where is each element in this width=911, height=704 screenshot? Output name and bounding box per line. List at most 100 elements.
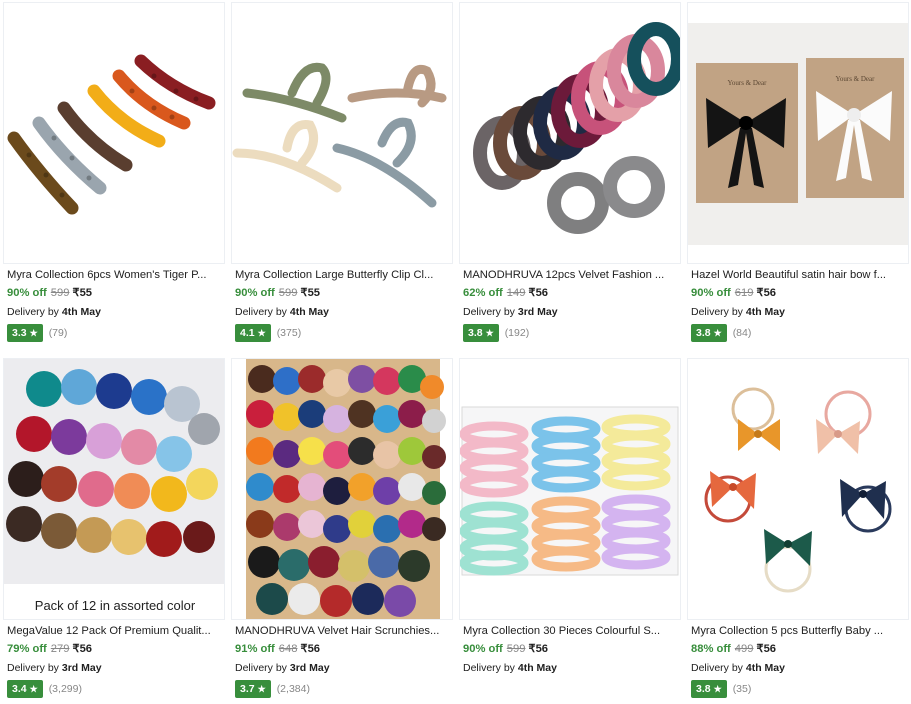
- product-image[interactable]: [687, 358, 909, 620]
- mrp-price: 619: [734, 287, 754, 299]
- discount-label: 79% off: [7, 643, 47, 655]
- product-card[interactable]: MANODHRUVA 12pcs Velvet Fashion ... 62% …: [459, 2, 681, 348]
- product-card[interactable]: Myra Collection 30 Pieces Colourful S...…: [459, 358, 681, 704]
- delivery-date: 4th May: [745, 306, 785, 318]
- product-image[interactable]: [231, 2, 453, 264]
- star-icon: ★: [713, 327, 722, 338]
- product-card[interactable]: MANODHRUVA Velvet Hair Scrunchies... 91%…: [231, 358, 453, 704]
- star-icon: ★: [257, 683, 266, 694]
- delivery-info: Delivery by 4th May: [691, 662, 785, 674]
- star-icon: ★: [29, 327, 38, 338]
- price-row: 90% off 599 ₹56: [463, 642, 677, 657]
- discount-label: 90% off: [7, 287, 47, 299]
- discount-label: 90% off: [691, 287, 731, 299]
- mrp-price: 499: [734, 643, 754, 655]
- discount-label: 88% off: [691, 643, 731, 655]
- mrp-price: 648: [278, 643, 298, 655]
- rating-badge: 3.3 ★: [7, 324, 43, 342]
- card-brand-text: Yours & Dear: [728, 79, 768, 87]
- delivery-date: 4th May: [745, 662, 785, 674]
- mrp-price: 599: [506, 643, 526, 655]
- product-title[interactable]: Myra Collection 6pcs Women's Tiger P...: [7, 268, 221, 283]
- discount-label: 90% off: [463, 643, 503, 655]
- price-row: 88% off 499 ₹56: [691, 642, 905, 657]
- price-row: 91% off 648 ₹56: [235, 642, 449, 657]
- rating-count: (84): [732, 327, 752, 339]
- product-card[interactable]: Myra Collection 5 pcs Butterfly Baby ...…: [687, 358, 909, 704]
- product-card[interactable]: Myra Collection 6pcs Women's Tiger P... …: [3, 2, 225, 348]
- price-row: 90% off 599 ₹55: [7, 286, 221, 301]
- rating-badge: 3.8 ★: [691, 680, 727, 698]
- selling-price: ₹56: [300, 643, 321, 655]
- rating-row: 3.4 ★ (3,299): [7, 680, 221, 698]
- selling-price: ₹56: [72, 643, 93, 655]
- rating-row: 3.8 ★ (35): [691, 680, 905, 698]
- star-icon: ★: [257, 327, 266, 338]
- price-row: 62% off 149 ₹56: [463, 286, 677, 301]
- price-row: 90% off 619 ₹56: [691, 286, 905, 301]
- delivery-info: Delivery by 3rd May: [7, 662, 102, 674]
- product-card[interactable]: Pack of 12 in assorted color MegaValue 1…: [3, 358, 225, 704]
- selling-price: ₹56: [528, 287, 549, 299]
- product-image[interactable]: [231, 358, 453, 620]
- selling-price: ₹55: [72, 287, 93, 299]
- price-row: 79% off 279 ₹56: [7, 642, 221, 657]
- price-row: 90% off 599 ₹55: [235, 286, 449, 301]
- delivery-date: 3rd May: [517, 306, 558, 318]
- discount-label: 91% off: [235, 643, 275, 655]
- delivery-date: 4th May: [517, 662, 557, 674]
- product-image[interactable]: Pack of 12 in assorted color: [3, 358, 225, 620]
- rating-row: 3.3 ★ (79): [7, 324, 221, 342]
- product-title[interactable]: MANODHRUVA Velvet Hair Scrunchies...: [235, 624, 449, 639]
- rating-count: (192): [504, 327, 530, 339]
- star-icon: ★: [29, 683, 38, 694]
- discount-label: 90% off: [235, 287, 275, 299]
- product-image[interactable]: Yours & Dear Yours & Dear: [687, 2, 909, 264]
- product-title[interactable]: Myra Collection 30 Pieces Colourful S...: [463, 624, 677, 639]
- rating-count: (35): [732, 683, 752, 695]
- delivery-info: Delivery by 4th May: [463, 662, 557, 674]
- rating-row: 3.7 ★ (2,384): [235, 680, 449, 698]
- selling-price: ₹56: [756, 643, 777, 655]
- delivery-date: 3rd May: [61, 662, 102, 674]
- rating-badge: 3.4 ★: [7, 680, 43, 698]
- rating-count: (79): [48, 327, 68, 339]
- star-icon: ★: [485, 327, 494, 338]
- product-title[interactable]: MegaValue 12 Pack Of Premium Qualit...: [7, 624, 221, 639]
- rating-badge: 3.7 ★: [235, 680, 271, 698]
- image-caption: Pack of 12 in assorted color: [35, 598, 196, 613]
- product-title[interactable]: Hazel World Beautiful satin hair bow f..…: [691, 268, 905, 283]
- rating-count: (3,299): [48, 683, 82, 695]
- mrp-price: 599: [50, 287, 70, 299]
- delivery-info: Delivery by 4th May: [235, 306, 329, 318]
- rating-count: (2,384): [276, 683, 310, 695]
- rating-badge: 4.1 ★: [235, 324, 271, 342]
- delivery-info: Delivery by 3rd May: [235, 662, 330, 674]
- selling-price: ₹55: [300, 287, 321, 299]
- delivery-date: 4th May: [289, 306, 329, 318]
- rating-row: 3.8 ★ (84): [691, 324, 905, 342]
- delivery-info: Delivery by 4th May: [7, 306, 101, 318]
- mrp-price: 279: [50, 643, 70, 655]
- rating-row: 3.8 ★ (192): [463, 324, 677, 342]
- product-card[interactable]: Myra Collection Large Butterfly Clip Cl.…: [231, 2, 453, 348]
- delivery-date: 4th May: [61, 306, 101, 318]
- product-image[interactable]: [459, 2, 681, 264]
- rating-count: (375): [276, 327, 302, 339]
- delivery-info: Delivery by 4th May: [691, 306, 785, 318]
- rating-row: 4.1 ★ (375): [235, 324, 449, 342]
- product-card[interactable]: Yours & Dear Yours & Dear Hazel World Be…: [687, 2, 909, 348]
- selling-price: ₹56: [528, 643, 549, 655]
- product-title[interactable]: Myra Collection Large Butterfly Clip Cl.…: [235, 268, 449, 283]
- delivery-info: Delivery by 3rd May: [463, 306, 558, 318]
- delivery-date: 3rd May: [289, 662, 330, 674]
- discount-label: 62% off: [463, 287, 503, 299]
- product-title[interactable]: MANODHRUVA 12pcs Velvet Fashion ...: [463, 268, 677, 283]
- product-title[interactable]: Myra Collection 5 pcs Butterfly Baby ...: [691, 624, 905, 639]
- mrp-price: 149: [506, 287, 526, 299]
- rating-badge: 3.8 ★: [463, 324, 499, 342]
- selling-price: ₹56: [756, 287, 777, 299]
- star-icon: ★: [713, 683, 722, 694]
- product-image[interactable]: [3, 2, 225, 264]
- product-image[interactable]: [459, 358, 681, 620]
